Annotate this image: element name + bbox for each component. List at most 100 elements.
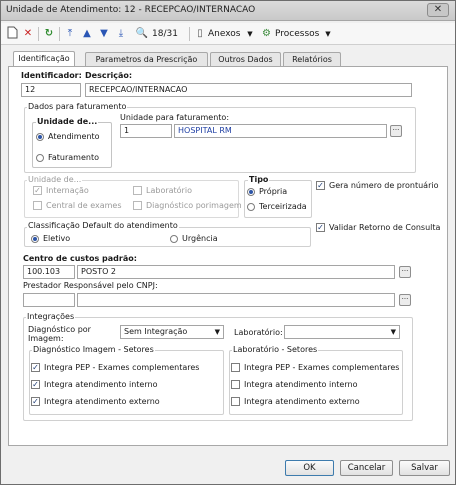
dados-faturamento-title: Dados para faturamento bbox=[27, 102, 128, 111]
descricao-field[interactable]: RECEPCAO/INTERNACAO bbox=[85, 83, 412, 97]
lab-integra-externo-checkbox[interactable] bbox=[231, 397, 240, 406]
laboratorio-select-label: Laboratório: bbox=[234, 328, 283, 337]
validar-retorno-label: Validar Retorno de Consulta bbox=[329, 223, 441, 232]
radio-eletivo[interactable] bbox=[31, 235, 39, 243]
browse-unidade-faturamento-button[interactable]: ··· bbox=[390, 125, 402, 137]
toolbar: ✕ ↻ ⤒ ▲ ▼ ⤓ 🔍 18/31 ▯ Anexos ▼ ⚙ Process… bbox=[1, 23, 455, 45]
radio-atendimento-label: Atendimento bbox=[48, 132, 100, 141]
lab-integra-pep-checkbox[interactable] bbox=[231, 363, 240, 372]
prestador-label: Prestador Responsável pelo CNPJ: bbox=[23, 281, 158, 290]
radio-faturamento-label: Faturamento bbox=[48, 153, 99, 162]
new-document-icon[interactable] bbox=[5, 26, 19, 42]
toolbar-separator bbox=[59, 27, 60, 41]
tab-parametros-prescricao[interactable]: Parametros da Prescrição bbox=[85, 52, 208, 66]
laboratorio-label: Laboratório bbox=[146, 186, 192, 195]
radio-urgencia[interactable] bbox=[170, 235, 178, 243]
tab-relatorios[interactable]: Relatórios bbox=[283, 52, 341, 66]
anexos-menu[interactable]: Anexos bbox=[208, 26, 244, 42]
cancel-button[interactable]: Cancelar bbox=[340, 460, 393, 476]
tipo-unidade-title: Unidade de... bbox=[27, 175, 83, 184]
centro-custos-name-field[interactable]: POSTO 2 bbox=[77, 265, 395, 279]
centro-custos-code-field[interactable]: 100.103 bbox=[23, 265, 75, 279]
internacao-checkbox[interactable]: ✓ bbox=[33, 186, 42, 195]
tab-outros-dados[interactable]: Outros Dados bbox=[210, 52, 281, 66]
browse-centro-custos-button[interactable]: ··· bbox=[399, 266, 411, 278]
ellipsis-icon: ··· bbox=[392, 126, 400, 134]
diag-integra-externo-label: Integra atendimento externo bbox=[44, 397, 160, 406]
chevron-down-icon: ▼ bbox=[214, 328, 220, 336]
ellipsis-icon: ··· bbox=[401, 295, 409, 303]
radio-terceirizada[interactable] bbox=[247, 203, 255, 211]
radio-propria-label: Própria bbox=[259, 187, 288, 196]
centro-custos-label: Centro de custos padrão: bbox=[23, 254, 137, 263]
laboratorio-setores-title: Laboratório - Setores bbox=[232, 345, 319, 354]
record-counter: 18/31 bbox=[152, 29, 178, 39]
identificador-label: Identificador: bbox=[21, 71, 82, 80]
diag-integra-interno-checkbox[interactable]: ✓ bbox=[31, 380, 40, 389]
first-record-icon[interactable]: ⤒ bbox=[63, 26, 77, 42]
ok-button[interactable]: OK bbox=[285, 460, 334, 476]
diagnostico-setores-title: Diagnóstico Imagem - Setores bbox=[32, 345, 155, 354]
processos-menu[interactable]: Processos bbox=[275, 26, 321, 42]
browse-prestador-button[interactable]: ··· bbox=[399, 294, 411, 306]
close-icon: ✕ bbox=[433, 4, 443, 15]
diag-integra-externo-checkbox[interactable]: ✓ bbox=[31, 397, 40, 406]
close-button[interactable]: ✕ bbox=[427, 3, 449, 17]
previous-record-icon[interactable]: ▲ bbox=[80, 26, 94, 42]
tipo-title: Tipo bbox=[248, 175, 270, 184]
lab-integra-externo-label: Integra atendimento externo bbox=[244, 397, 360, 406]
attachment-icon: ▯ bbox=[197, 28, 203, 39]
descricao-label: Descrição: bbox=[85, 71, 133, 80]
diagnostico-imagem-checkbox[interactable] bbox=[133, 201, 142, 210]
unidade-de-title: Unidade de... bbox=[36, 117, 99, 126]
identificacao-panel: Identificador: 12 Descrição: RECEPCAO/IN… bbox=[8, 66, 448, 446]
prestador-name-field[interactable] bbox=[77, 293, 395, 307]
lab-integra-interno-checkbox[interactable] bbox=[231, 380, 240, 389]
next-record-icon[interactable]: ▼ bbox=[97, 26, 111, 42]
diag-integra-pep-checkbox[interactable]: ✓ bbox=[31, 363, 40, 372]
processes-icon: ⚙ bbox=[262, 28, 271, 39]
diagnostico-imagem-select[interactable]: Sem Integração ▼ bbox=[120, 325, 224, 339]
radio-propria[interactable] bbox=[247, 188, 255, 196]
delete-icon[interactable]: ✕ bbox=[21, 26, 35, 42]
identificador-field[interactable]: 12 bbox=[21, 83, 81, 97]
chevron-down-icon: ▼ bbox=[390, 328, 396, 336]
tab-identificacao[interactable]: Identificação bbox=[13, 51, 75, 67]
diagnostico-imagem-select-value: Sem Integração bbox=[124, 327, 188, 336]
chevron-down-icon[interactable]: ▼ bbox=[245, 26, 255, 42]
radio-atendimento[interactable] bbox=[36, 133, 44, 141]
central-exames-label: Central de exames bbox=[46, 201, 122, 210]
integracoes-title: Integrações bbox=[26, 312, 76, 321]
validar-retorno-checkbox[interactable]: ✓ bbox=[316, 223, 325, 232]
radio-eletivo-label: Eletivo bbox=[43, 234, 71, 243]
title-bar: Unidade de Atendimento: 12 - RECEPCAO/IN… bbox=[1, 1, 455, 21]
unidade-faturamento-code-field[interactable]: 1 bbox=[120, 124, 172, 138]
diag-integra-interno-label: Integra atendimento interno bbox=[44, 380, 158, 389]
central-exames-checkbox[interactable] bbox=[33, 201, 42, 210]
last-record-icon[interactable]: ⤓ bbox=[114, 26, 128, 42]
laboratorio-select[interactable]: ▼ bbox=[284, 325, 400, 339]
classificacao-title: Classificação Default do atendimento bbox=[27, 221, 179, 230]
ellipsis-icon: ··· bbox=[401, 267, 409, 275]
binoculars-icon[interactable]: 🔍 bbox=[135, 26, 149, 42]
lab-integra-pep-label: Integra PEP - Exames complementares bbox=[244, 363, 400, 372]
gera-prontuario-label: Gera número de prontuário bbox=[329, 181, 439, 190]
refresh-icon[interactable]: ↻ bbox=[42, 26, 56, 42]
tipo-group bbox=[244, 180, 312, 218]
radio-terceirizada-label: Terceirizada bbox=[259, 202, 307, 211]
unidade-faturamento-name-field[interactable]: HOSPITAL RM bbox=[174, 124, 387, 138]
toolbar-separator bbox=[38, 27, 39, 41]
window-title: Unidade de Atendimento: 12 - RECEPCAO/IN… bbox=[6, 5, 256, 15]
save-button[interactable]: Salvar bbox=[399, 460, 450, 476]
lab-integra-interno-label: Integra atendimento interno bbox=[244, 380, 358, 389]
chevron-down-icon[interactable]: ▼ bbox=[323, 26, 333, 42]
toolbar-separator bbox=[189, 27, 190, 41]
gera-prontuario-checkbox[interactable]: ✓ bbox=[316, 181, 325, 190]
diag-integra-pep-label: Integra PEP - Exames complementares bbox=[44, 363, 200, 372]
diagnostico-imagem-label: Diagnóstico porimagem bbox=[146, 201, 242, 210]
unidade-faturamento-label: Unidade para faturamento: bbox=[120, 113, 230, 122]
laboratorio-checkbox[interactable] bbox=[133, 186, 142, 195]
radio-faturamento[interactable] bbox=[36, 154, 44, 162]
diagnostico-imagem-select-label: Diagnóstico por Imagem: bbox=[28, 325, 91, 343]
prestador-code-field[interactable] bbox=[23, 293, 75, 307]
